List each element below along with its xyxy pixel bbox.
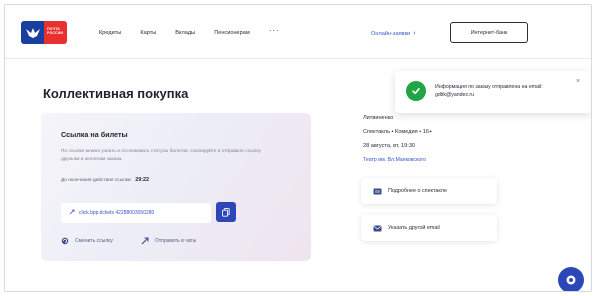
internet-bank-button[interactable]: Интернет-банк: [450, 22, 528, 43]
refresh-icon: [61, 237, 69, 245]
details-label: Подробнее о спектакле: [388, 188, 447, 194]
chat-icon: [566, 275, 576, 285]
send-to-chats-button[interactable]: Отправить в чаты: [141, 237, 196, 245]
app-window: ПОЧТА РОССИИ Кредиты Карты Вклады Пенсио…: [4, 4, 592, 292]
ticket-icon: [373, 188, 382, 195]
chevron-right-icon: ›: [413, 30, 416, 37]
other-email-label: Указать другой email: [388, 225, 440, 231]
chat-button[interactable]: [558, 267, 584, 291]
logo-text: ПОЧТА РОССИИ: [44, 21, 67, 44]
share-icon: [141, 237, 149, 245]
nav-more-icon[interactable]: ···: [269, 25, 280, 36]
toast-message: Информация по заказу отправлена на email…: [435, 84, 543, 98]
link-icon: [69, 209, 75, 217]
online-requests-label: Онлайн-заявки: [371, 31, 411, 37]
online-requests-link[interactable]: Онлайн-заявки ›: [371, 30, 415, 37]
change-link-label: Сменить ссылку: [75, 238, 113, 244]
tickets-link-card: Ссылка на билеты По ссылке можно узнать …: [41, 113, 311, 261]
nav-item-deposits[interactable]: Вклады: [175, 30, 195, 36]
send-to-chats-label: Отправить в чаты: [154, 238, 197, 244]
page-title: Коллективная покупка: [43, 86, 189, 101]
nav-item-credits[interactable]: Кредиты: [99, 30, 121, 36]
other-email-button[interactable]: Указать другой email: [361, 215, 497, 241]
nav-item-pensioners[interactable]: Пенсионерам: [214, 30, 250, 36]
event-date: 28 августа, вт, 19:30: [363, 143, 416, 149]
customer-name: Литвиненко: [363, 115, 394, 121]
check-icon: [406, 81, 426, 101]
nav-item-cards[interactable]: Карты: [140, 30, 156, 36]
logo-eagle-icon: [21, 21, 44, 44]
main-nav: Кредиты Карты Вклады Пенсионерам ···: [99, 25, 298, 36]
card-actions: Сменить ссылку Отправить в чаты: [61, 237, 224, 245]
timer-value: 29:22: [135, 177, 150, 183]
mail-icon: [373, 225, 382, 232]
share-link-text: click.bpp.tickets 42288003050280: [79, 210, 155, 216]
card-description: По ссылке можно узнать и отслеживать ста…: [61, 149, 261, 162]
copy-icon: [222, 207, 230, 217]
details-button[interactable]: Подробнее о спектакле: [361, 178, 497, 204]
close-icon[interactable]: ×: [576, 78, 580, 85]
top-header: ПОЧТА РОССИИ Кредиты Карты Вклады Пенсио…: [5, 5, 591, 59]
logo[interactable]: ПОЧТА РОССИИ: [21, 21, 67, 44]
copy-link-button[interactable]: [216, 202, 236, 222]
success-toast: Информация по заказу отправлена на email…: [395, 71, 591, 113]
timer-label: До окончания действия ссылки:: [61, 178, 132, 183]
venue-link[interactable]: Театр им. Вл.Маяковского: [363, 157, 426, 163]
share-link-field[interactable]: click.bpp.tickets 42288003050280: [61, 203, 211, 223]
change-link-button[interactable]: Сменить ссылку: [61, 237, 113, 245]
link-timer: До окончания действия ссылки: 29:22: [61, 177, 149, 183]
event-type: Спектакль • Комедия • 16+: [363, 129, 433, 135]
card-title: Ссылка на билеты: [61, 130, 128, 139]
